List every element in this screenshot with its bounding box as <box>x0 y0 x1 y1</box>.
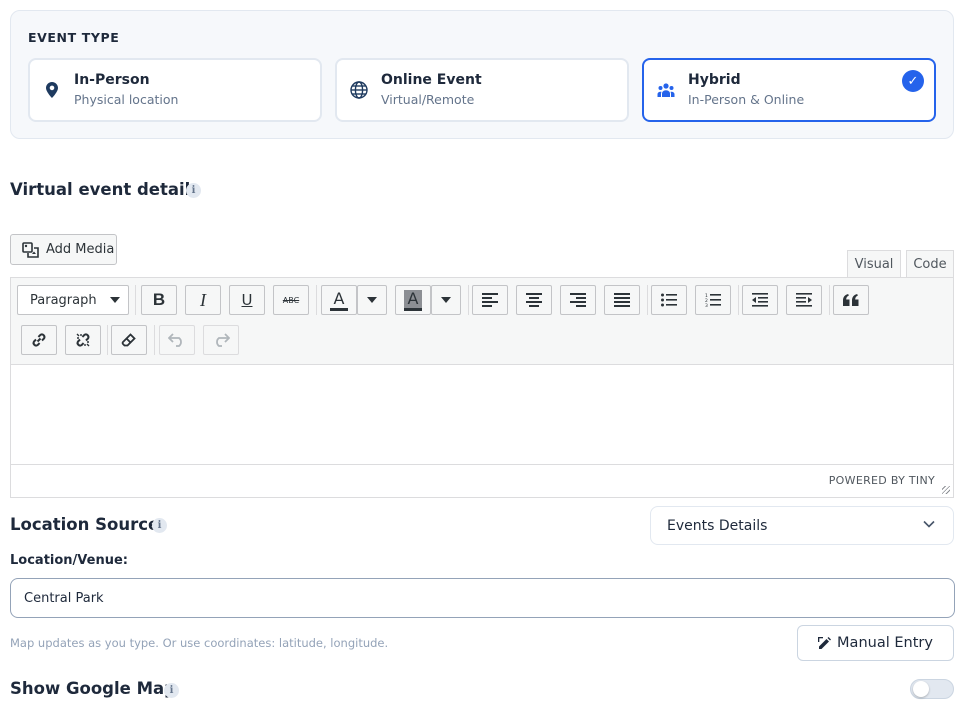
bold-button[interactable]: B <box>141 285 177 315</box>
align-justify-button[interactable] <box>604 285 640 315</box>
info-icon[interactable]: i <box>152 518 167 533</box>
chevron-down-icon <box>367 297 377 303</box>
numbered-list-icon: 123 <box>705 293 721 307</box>
format-select-value: Paragraph <box>30 292 97 308</box>
text-color-button[interactable]: A <box>321 285 357 315</box>
align-center-icon <box>526 293 542 307</box>
toolbar-divider <box>107 325 108 355</box>
info-icon[interactable]: i <box>164 683 179 698</box>
quote-icon <box>843 294 859 306</box>
editor-content-area[interactable] <box>11 366 953 465</box>
venue-label: Location/Venue: <box>10 553 128 568</box>
text-color-icon: A <box>329 289 349 311</box>
tab-visual[interactable]: Visual <box>847 250 901 278</box>
eraser-icon <box>121 333 136 347</box>
toolbar-divider <box>316 285 317 315</box>
chevron-down-icon <box>441 297 451 303</box>
event-type-label: Online Event <box>381 72 482 88</box>
users-icon <box>656 80 676 100</box>
remove-link-button[interactable] <box>65 325 101 355</box>
event-type-sub: Physical location <box>74 92 179 107</box>
event-type-sub: Virtual/Remote <box>381 92 475 107</box>
event-type-in-person[interactable]: In-Person Physical location <box>28 58 322 122</box>
globe-icon <box>349 80 369 100</box>
event-type-hybrid[interactable]: Hybrid In-Person & Online ✓ <box>642 58 936 122</box>
toolbar-divider <box>829 285 830 315</box>
strikethrough-button[interactable]: ABC <box>273 285 309 315</box>
link-icon <box>32 333 46 347</box>
bullet-list-button[interactable] <box>651 285 687 315</box>
align-justify-icon <box>614 293 630 307</box>
event-type-panel: EVENT TYPE In-Person Physical location O… <box>10 10 954 139</box>
align-left-icon <box>482 293 498 307</box>
indent-icon <box>796 293 812 307</box>
event-type-label: In-Person <box>74 72 150 88</box>
italic-icon: I <box>200 289 206 310</box>
location-source-select[interactable]: Events Details <box>650 506 954 545</box>
manual-entry-button[interactable]: Manual Entry <box>797 625 954 661</box>
selected-check-icon: ✓ <box>902 70 924 92</box>
numbered-list-button[interactable]: 123 <box>695 285 731 315</box>
manual-entry-label: Manual Entry <box>837 635 933 651</box>
bold-icon: B <box>152 290 166 309</box>
edit-icon <box>818 636 832 650</box>
map-pin-icon <box>42 80 62 100</box>
background-color-button[interactable]: A <box>395 285 431 315</box>
align-center-button[interactable] <box>516 285 552 315</box>
redo-icon <box>216 333 230 347</box>
underline-icon: U <box>241 291 253 309</box>
unlink-icon <box>76 333 90 347</box>
undo-icon <box>168 333 182 347</box>
location-source-value: Events Details <box>667 517 768 534</box>
toggle-knob <box>913 681 929 697</box>
toolbar-divider <box>154 325 155 355</box>
outdent-icon <box>752 293 768 307</box>
editor-statusbar: POWERED BY TINY <box>11 464 953 497</box>
chevron-down-icon <box>923 520 935 528</box>
indent-button[interactable] <box>786 285 822 315</box>
clear-format-button[interactable] <box>111 325 147 355</box>
format-select[interactable]: Paragraph <box>17 285 129 315</box>
background-color-icon: A <box>403 289 423 311</box>
align-right-icon <box>570 293 586 307</box>
show-map-toggle[interactable] <box>910 679 954 699</box>
outdent-button[interactable] <box>742 285 778 315</box>
strikethrough-icon: ABC <box>282 295 300 305</box>
italic-button[interactable]: I <box>185 285 221 315</box>
toolbar-divider <box>468 285 469 315</box>
resize-handle-icon[interactable] <box>942 486 950 494</box>
redo-button[interactable] <box>203 325 239 355</box>
undo-button[interactable] <box>159 325 195 355</box>
add-media-button[interactable]: Add Media <box>10 234 117 265</box>
show-map-heading: Show Google Map <box>10 679 176 698</box>
powered-by-link[interactable]: POWERED BY TINY <box>829 474 935 487</box>
add-media-icon <box>22 241 40 259</box>
chevron-down-icon <box>110 297 120 303</box>
rich-text-editor: Paragraph B I U ABC A A 1 2 3 POWERED BY… <box>10 277 954 498</box>
align-right-button[interactable] <box>560 285 596 315</box>
map-hint-text: Map updates as you type. Or use coordina… <box>10 636 389 650</box>
event-type-online[interactable]: Online Event Virtual/Remote <box>335 58 629 122</box>
add-media-label: Add Media <box>46 242 115 257</box>
virtual-details-heading: Virtual event details <box>10 180 201 199</box>
toolbar-divider <box>135 285 136 315</box>
event-type-title: EVENT TYPE <box>28 30 120 45</box>
bullet-list-icon <box>661 293 677 307</box>
blockquote-button[interactable] <box>833 285 869 315</box>
svg-text:3: 3 <box>705 303 708 307</box>
editor-toolbar: Paragraph B I U ABC A A 1 2 3 <box>11 278 953 365</box>
align-left-button[interactable] <box>472 285 508 315</box>
background-color-dropdown[interactable] <box>431 285 461 315</box>
tab-code[interactable]: Code <box>906 250 954 278</box>
event-type-label: Hybrid <box>688 72 741 88</box>
toolbar-divider <box>738 285 739 315</box>
text-color-dropdown[interactable] <box>357 285 387 315</box>
location-source-heading: Location Source: <box>10 515 166 534</box>
info-icon[interactable]: i <box>186 183 201 198</box>
underline-button[interactable]: U <box>229 285 265 315</box>
toolbar-divider <box>647 285 648 315</box>
event-type-sub: In-Person & Online <box>688 92 805 107</box>
insert-link-button[interactable] <box>21 325 57 355</box>
venue-input[interactable] <box>10 578 955 618</box>
